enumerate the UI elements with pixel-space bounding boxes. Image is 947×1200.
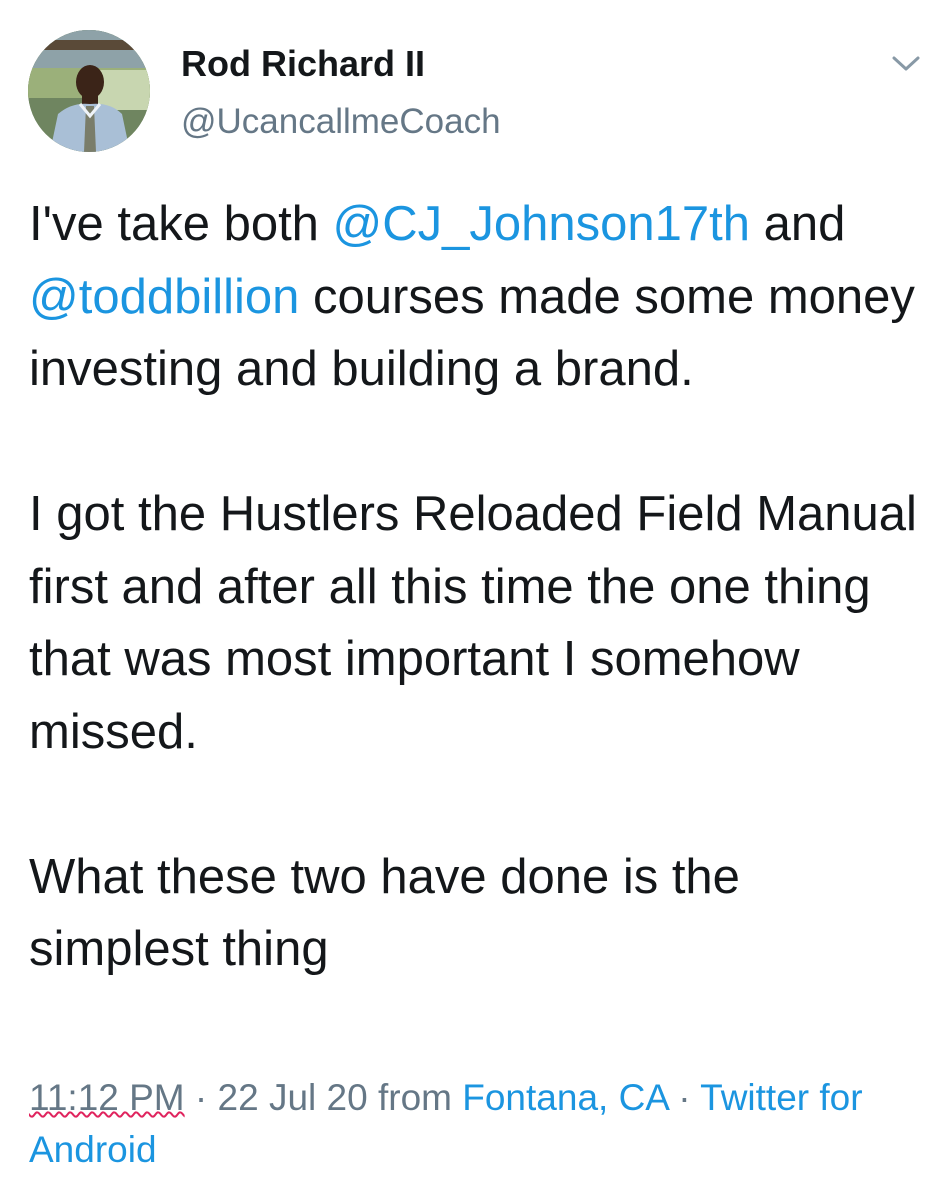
- location-link[interactable]: Fontana, CA: [462, 1077, 668, 1118]
- text-segment: I've take both: [29, 197, 333, 251]
- tweet-paragraph-2: I got the Hustlers Reloaded Field Manual…: [29, 487, 917, 759]
- display-name[interactable]: Rod Richard II: [181, 42, 501, 86]
- user-names: Rod Richard II @UcancallmeCoach: [181, 42, 501, 144]
- tweet-date: 22 Jul 20 from: [217, 1077, 463, 1118]
- tweet-time-link[interactable]: 11:12 PM: [29, 1077, 185, 1118]
- mention-link-toddbillion[interactable]: @toddbillion: [29, 270, 299, 324]
- meta-separator: ·: [184, 1077, 218, 1118]
- meta-separator: ·: [667, 1077, 701, 1118]
- avatar[interactable]: [28, 30, 150, 152]
- tweet-meta: 11:12 PM · 22 Jul 20 from Fontana, CA · …: [29, 1072, 929, 1176]
- profile-photo-icon: [28, 30, 150, 152]
- mention-link-cj-johnson[interactable]: @CJ_Johnson17th: [333, 197, 751, 251]
- tweet-paragraph-1: I've take both @CJ_Johnson17th and @todd…: [29, 188, 929, 406]
- tweet-paragraph-3: What these two have done is the simplest…: [29, 849, 740, 977]
- user-handle[interactable]: @UcancallmeCoach: [181, 100, 501, 144]
- tweet-text: I've take both @CJ_Johnson17th and @todd…: [29, 188, 929, 986]
- chevron-down-icon[interactable]: [888, 48, 924, 78]
- text-segment: and: [750, 197, 846, 251]
- tweet-header: Rod Richard II @UcancallmeCoach: [0, 0, 947, 170]
